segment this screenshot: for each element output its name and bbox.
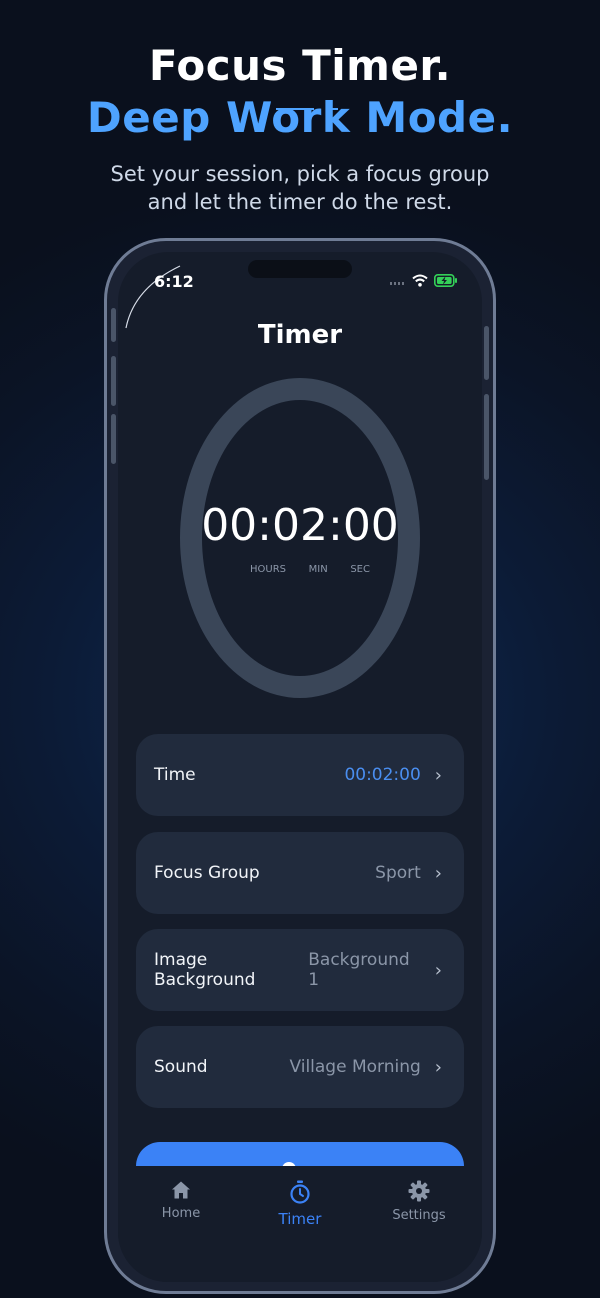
hero-title: Focus Timer. [148, 41, 452, 90]
signal-icon [390, 281, 404, 285]
row-value: Village Morning [289, 1057, 421, 1077]
sec-label: SEC [350, 564, 370, 575]
hero-heading: Focus Timer. Deep Work Mode. [0, 40, 600, 144]
row-value: Sport [375, 863, 421, 883]
phone-side-button [111, 356, 116, 406]
row-value: Background 1 [308, 950, 410, 990]
timer-units: HOURS MIN SEC [250, 564, 370, 575]
tab-bar: Home Timer Settings [118, 1166, 482, 1282]
timer-display: 00:02:00 [201, 500, 399, 551]
wifi-icon [412, 274, 428, 287]
tab-settings[interactable]: Settings [374, 1180, 464, 1223]
hero-accent-title: Deep Work Mode. [86, 93, 514, 142]
stopwatch-icon [290, 1180, 310, 1204]
gear-icon [408, 1180, 430, 1202]
phone-side-button [111, 308, 116, 342]
phone-side-button [484, 326, 489, 380]
tab-label: Home [161, 1206, 201, 1221]
min-label: MIN [308, 564, 328, 575]
row-label: Sound [154, 1057, 208, 1077]
tab-home[interactable]: Home [136, 1180, 226, 1221]
row-label: Image Background [154, 950, 256, 990]
focus-group-row[interactable]: Focus Group Sport › [136, 832, 464, 914]
hero-subtitle: Set your session, pick a focus group and… [0, 160, 600, 216]
hero-subtitle-line-1: Set your session, pick a focus group [110, 162, 490, 186]
phone-side-button [484, 394, 489, 480]
row-value: 00:02:00 [344, 765, 421, 785]
status-time: 6:12 [154, 272, 194, 291]
row-label: Focus Group [154, 863, 260, 883]
status-icons [390, 274, 458, 287]
screen-title: Timer [257, 320, 343, 350]
sound-row[interactable]: Sound Village Morning › [136, 1026, 464, 1108]
row-label: Time [154, 765, 196, 785]
chevron-right-icon: › [434, 764, 442, 786]
hero-divider [276, 108, 338, 110]
hero-subtitle-line-2: and let the timer do the rest. [147, 190, 453, 214]
tab-label: Timer [278, 1210, 322, 1228]
time-row[interactable]: Time 00:02:00 › [136, 734, 464, 816]
chevron-right-icon: › [434, 862, 442, 884]
image-background-row[interactable]: Image Background Background 1 › [136, 929, 464, 1011]
home-icon [172, 1181, 190, 1199]
tab-timer[interactable]: Timer [255, 1180, 345, 1228]
hours-label: HOURS [250, 564, 287, 575]
phone-side-button [111, 414, 116, 464]
phone-screen: 6:12 Timer 00:02:00 HOURS MIN SEC Time 0… [118, 252, 482, 1282]
battery-charging-icon [434, 274, 457, 287]
notch [248, 260, 352, 278]
chevron-right-icon: › [434, 1056, 442, 1078]
tab-label: Settings [392, 1208, 446, 1223]
chevron-right-icon: › [434, 959, 442, 981]
